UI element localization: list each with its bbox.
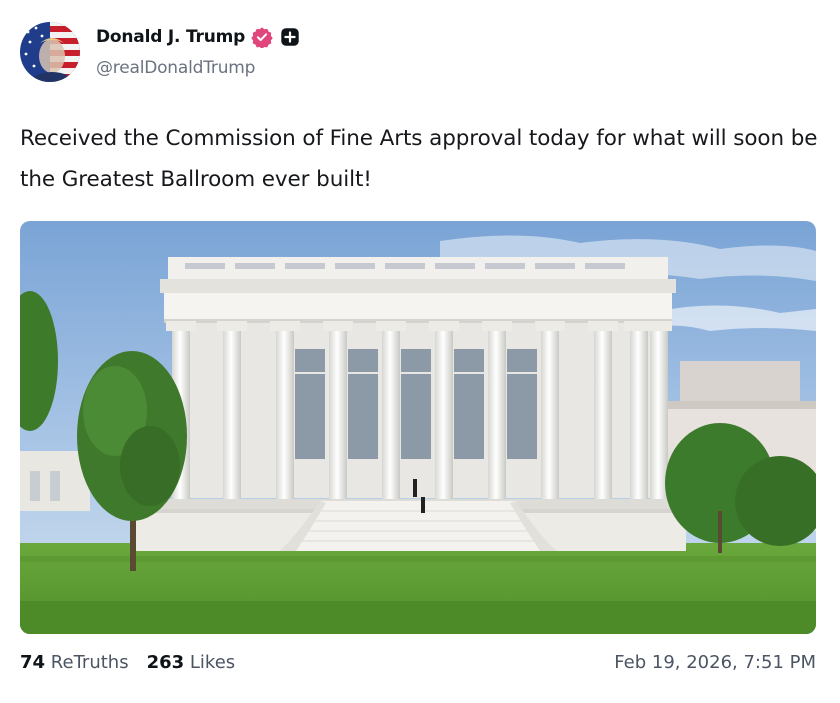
likes-label: Likes <box>189 652 236 673</box>
post-timestamp[interactable]: Feb 19, 2026, 7:51 PM <box>614 652 816 673</box>
verified-badge-icon <box>251 26 273 49</box>
author-display-name[interactable]: Donald J. Trump <box>96 27 245 47</box>
plus-square-icon[interactable] <box>279 26 301 48</box>
building-rendering-image <box>20 221 816 634</box>
author-avatar[interactable] <box>20 22 80 82</box>
retruths-label: ReTruths <box>50 652 129 673</box>
author-handle[interactable]: @realDonaldTrump <box>96 58 255 78</box>
retruths-count: 74 <box>20 652 46 673</box>
avatar-image <box>20 22 80 82</box>
post-image[interactable] <box>20 221 816 634</box>
likes-stat[interactable]: 263 Likes <box>147 652 236 673</box>
likes-count: 263 <box>146 652 185 673</box>
post-text: Received the Commission of Fine Arts app… <box>20 126 818 192</box>
retruths-stat[interactable]: 74 ReTruths <box>20 652 129 673</box>
post-stats: 74 ReTruths 263 Likes <box>20 652 235 673</box>
author-name-row: Donald J. Trump <box>96 26 301 49</box>
